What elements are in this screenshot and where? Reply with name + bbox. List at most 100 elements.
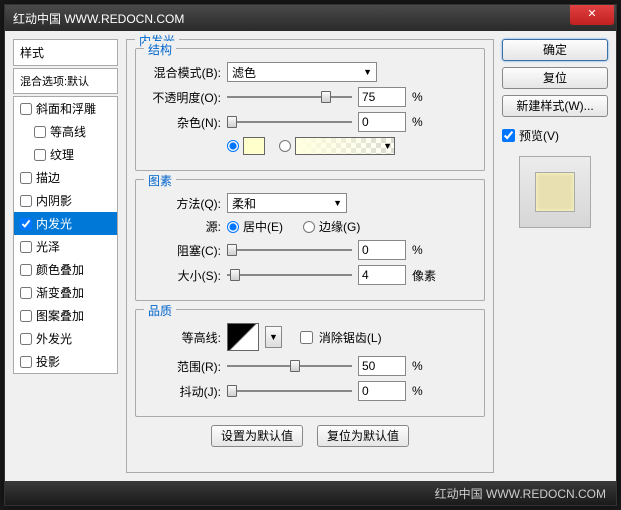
px-unit: 像素 bbox=[412, 267, 436, 284]
style-item-颜色叠加[interactable]: 颜色叠加 bbox=[14, 258, 117, 281]
technique-label: 方法(Q): bbox=[146, 195, 221, 212]
titlebar[interactable]: 红动中国 WWW.REDOCN.COM ✕ bbox=[5, 5, 616, 31]
reset-default-button[interactable]: 复位为默认值 bbox=[317, 425, 409, 447]
make-default-button[interactable]: 设置为默认值 bbox=[211, 425, 303, 447]
contour-label: 等高线: bbox=[146, 329, 221, 346]
style-checkbox[interactable] bbox=[20, 195, 32, 207]
antialias-checkbox[interactable] bbox=[300, 331, 313, 344]
size-slider[interactable] bbox=[227, 267, 352, 283]
elements-group: 图素 方法(Q): 柔和 ▼ 源: 居中(E) bbox=[135, 179, 485, 301]
source-edge-radio[interactable] bbox=[303, 221, 315, 233]
size-label: 大小(S): bbox=[146, 267, 221, 284]
style-item-纹理[interactable]: 纹理 bbox=[14, 143, 117, 166]
ok-button[interactable]: 确定 bbox=[502, 39, 608, 61]
close-button[interactable]: ✕ bbox=[570, 5, 614, 25]
preview-label: 预览(V) bbox=[519, 127, 559, 144]
chevron-down-icon: ▼ bbox=[363, 67, 372, 77]
solid-color-radio[interactable] bbox=[227, 140, 239, 152]
action-panel: 确定 复位 新建样式(W)... 预览(V) bbox=[502, 39, 608, 473]
opacity-label: 不透明度(O): bbox=[146, 89, 221, 106]
gradient-picker[interactable]: ▼ bbox=[295, 137, 395, 155]
style-item-光泽[interactable]: 光泽 bbox=[14, 235, 117, 258]
jitter-label: 抖动(J): bbox=[146, 383, 221, 400]
inner-glow-group: 内发光 结构 混合模式(B): 滤色 ▼ 不透明度(O): bbox=[126, 39, 494, 473]
style-checkbox[interactable] bbox=[20, 103, 32, 115]
style-checkbox[interactable] bbox=[20, 333, 32, 345]
pct-unit: % bbox=[412, 384, 423, 398]
new-style-button[interactable]: 新建样式(W)... bbox=[502, 95, 608, 117]
styles-heading[interactable]: 样式 bbox=[13, 39, 118, 66]
style-checkbox[interactable] bbox=[20, 264, 32, 276]
range-input[interactable] bbox=[358, 356, 406, 376]
cancel-button[interactable]: 复位 bbox=[502, 67, 608, 89]
chevron-down-icon: ▼ bbox=[333, 198, 342, 208]
color-swatch[interactable] bbox=[243, 137, 265, 155]
style-label: 描边 bbox=[36, 169, 60, 186]
source-center-label: 居中(E) bbox=[243, 218, 283, 235]
dialog-body: 样式 混合选项:默认 斜面和浮雕等高线纹理描边内阴影内发光光泽颜色叠加渐变叠加图… bbox=[5, 31, 616, 481]
noise-label: 杂色(N): bbox=[146, 114, 221, 131]
settings-panel: 内发光 结构 混合模式(B): 滤色 ▼ 不透明度(O): bbox=[126, 39, 494, 473]
style-label: 投影 bbox=[36, 353, 60, 370]
style-label: 内阴影 bbox=[36, 192, 72, 209]
style-checkbox[interactable] bbox=[20, 356, 32, 368]
style-label: 渐变叠加 bbox=[36, 284, 84, 301]
blending-options-heading[interactable]: 混合选项:默认 bbox=[13, 68, 118, 94]
style-label: 纹理 bbox=[50, 146, 74, 163]
style-label: 光泽 bbox=[36, 238, 60, 255]
style-checkbox[interactable] bbox=[20, 241, 32, 253]
opacity-slider[interactable] bbox=[227, 89, 352, 105]
style-checkbox[interactable] bbox=[20, 218, 32, 230]
opacity-input[interactable] bbox=[358, 87, 406, 107]
style-label: 等高线 bbox=[50, 123, 86, 140]
style-item-内发光[interactable]: 内发光 bbox=[14, 212, 117, 235]
range-slider[interactable] bbox=[227, 358, 352, 374]
style-label: 图案叠加 bbox=[36, 307, 84, 324]
style-item-内阴影[interactable]: 内阴影 bbox=[14, 189, 117, 212]
style-item-渐变叠加[interactable]: 渐变叠加 bbox=[14, 281, 117, 304]
quality-group: 品质 等高线: ▼ 消除锯齿(L) 范围(R): % bbox=[135, 309, 485, 417]
noise-slider[interactable] bbox=[227, 114, 352, 130]
style-item-投影[interactable]: 投影 bbox=[14, 350, 117, 373]
footer-text: 红动中国 WWW.REDOCN.COM bbox=[435, 485, 606, 502]
structure-title: 结构 bbox=[144, 41, 176, 58]
jitter-input[interactable] bbox=[358, 381, 406, 401]
style-list: 斜面和浮雕等高线纹理描边内阴影内发光光泽颜色叠加渐变叠加图案叠加外发光投影 bbox=[13, 96, 118, 374]
style-item-图案叠加[interactable]: 图案叠加 bbox=[14, 304, 117, 327]
style-item-描边[interactable]: 描边 bbox=[14, 166, 117, 189]
gradient-radio[interactable] bbox=[279, 140, 291, 152]
jitter-slider[interactable] bbox=[227, 383, 352, 399]
source-edge-label: 边缘(G) bbox=[319, 218, 360, 235]
style-checkbox[interactable] bbox=[20, 310, 32, 322]
preview-checkbox[interactable] bbox=[502, 129, 515, 142]
quality-title: 品质 bbox=[144, 302, 176, 319]
pct-unit: % bbox=[412, 243, 423, 257]
style-checkbox[interactable] bbox=[34, 126, 46, 138]
blend-mode-select[interactable]: 滤色 ▼ bbox=[227, 62, 377, 82]
structure-group: 结构 混合模式(B): 滤色 ▼ 不透明度(O): % bbox=[135, 48, 485, 171]
source-center-radio[interactable] bbox=[227, 221, 239, 233]
footer: 红动中国 WWW.REDOCN.COM bbox=[5, 481, 616, 505]
pct-unit: % bbox=[412, 115, 423, 129]
preview-inner bbox=[535, 172, 575, 212]
contour-picker[interactable] bbox=[227, 323, 259, 351]
technique-value: 柔和 bbox=[232, 195, 256, 212]
style-item-外发光[interactable]: 外发光 bbox=[14, 327, 117, 350]
noise-input[interactable] bbox=[358, 112, 406, 132]
style-checkbox[interactable] bbox=[34, 149, 46, 161]
styles-panel: 样式 混合选项:默认 斜面和浮雕等高线纹理描边内阴影内发光光泽颜色叠加渐变叠加图… bbox=[13, 39, 118, 473]
size-input[interactable] bbox=[358, 265, 406, 285]
choke-label: 阻塞(C): bbox=[146, 242, 221, 259]
technique-select[interactable]: 柔和 ▼ bbox=[227, 193, 347, 213]
style-checkbox[interactable] bbox=[20, 287, 32, 299]
choke-slider[interactable] bbox=[227, 242, 352, 258]
style-checkbox[interactable] bbox=[20, 172, 32, 184]
preview-thumbnail bbox=[519, 156, 591, 228]
choke-input[interactable] bbox=[358, 240, 406, 260]
antialias-label: 消除锯齿(L) bbox=[319, 329, 382, 346]
style-item-斜面和浮雕[interactable]: 斜面和浮雕 bbox=[14, 97, 117, 120]
blend-mode-label: 混合模式(B): bbox=[146, 64, 221, 81]
style-label: 颜色叠加 bbox=[36, 261, 84, 278]
style-item-等高线[interactable]: 等高线 bbox=[14, 120, 117, 143]
contour-dropdown[interactable]: ▼ bbox=[265, 326, 282, 348]
